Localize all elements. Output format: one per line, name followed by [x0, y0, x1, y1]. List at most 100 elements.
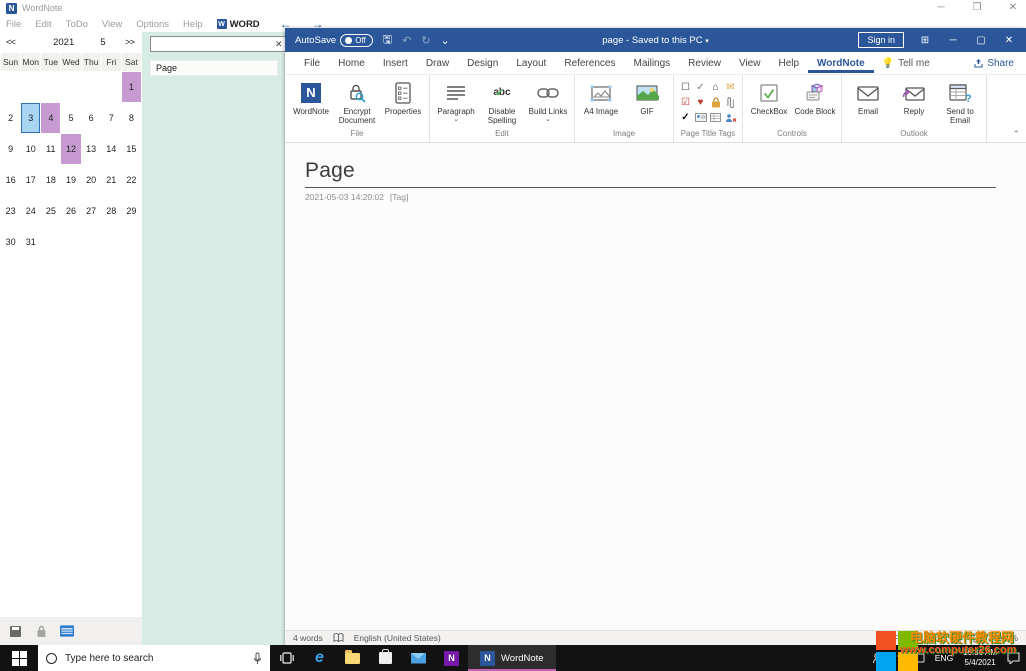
calendar-day[interactable]: 5: [61, 103, 81, 133]
ink-workspace-icon[interactable]: [913, 652, 925, 664]
paperclip-icon[interactable]: [727, 96, 734, 109]
tab-layout[interactable]: Layout: [507, 54, 555, 73]
calendar-day[interactable]: [41, 72, 61, 102]
tab-review[interactable]: Review: [679, 54, 730, 73]
file-explorer-icon[interactable]: [336, 645, 369, 671]
redo-icon[interactable]: ↻: [421, 34, 430, 47]
send-to-email-button[interactable]: ? Send to Email: [938, 77, 982, 125]
calendar-day[interactable]: [61, 227, 81, 257]
calendar-day[interactable]: 12: [61, 134, 81, 164]
tell-me[interactable]: 💡 Tell me: [882, 58, 930, 69]
customize-qat-icon[interactable]: ⌄: [441, 34, 450, 47]
save-icon[interactable]: 🖫: [383, 31, 392, 50]
calendar-day[interactable]: 29: [121, 196, 141, 226]
microphone-icon[interactable]: [253, 652, 262, 665]
language-indicator[interactable]: ENG: [935, 653, 953, 663]
calendar-next-button[interactable]: >>: [125, 37, 135, 48]
calendar-day[interactable]: 4: [41, 103, 61, 133]
menu-edit[interactable]: Edit: [35, 19, 51, 30]
word-count[interactable]: 4 words: [293, 633, 323, 643]
checkbox-empty-icon[interactable]: ☐: [681, 82, 690, 93]
language-status[interactable]: English (United States): [354, 633, 441, 643]
calendar-day[interactable]: 10: [21, 134, 41, 164]
read-mode-icon[interactable]: [928, 633, 940, 643]
calendar-day[interactable]: 21: [101, 165, 121, 195]
heart-icon[interactable]: ♥: [698, 97, 704, 108]
calendar-day[interactable]: 28: [101, 196, 121, 226]
calendar-day[interactable]: 20: [81, 165, 101, 195]
tab-design[interactable]: Design: [458, 54, 507, 73]
mail-icon[interactable]: [402, 645, 435, 671]
tab-wordnote[interactable]: WordNote: [808, 54, 874, 73]
lock-icon[interactable]: [34, 624, 48, 638]
calendar-day[interactable]: 14: [101, 134, 121, 164]
tray-expand-icon[interactable]: ⌃: [895, 653, 903, 664]
edge-icon[interactable]: e: [303, 645, 336, 671]
onenote-icon[interactable]: N: [435, 645, 468, 671]
wordnote-button[interactable]: N WordNote: [289, 77, 333, 116]
menu-file[interactable]: File: [6, 19, 21, 30]
clock[interactable]: 10:36 AM 5/4/2021: [963, 648, 997, 668]
calendar-day[interactable]: 1: [121, 72, 141, 102]
close-icon[interactable]: ✕: [1002, 35, 1016, 46]
focus-mode-button[interactable]: Focus: [876, 633, 916, 644]
reply-button[interactable]: Reply: [892, 77, 936, 116]
calendar-day[interactable]: 17: [21, 165, 41, 195]
tab-help[interactable]: Help: [769, 54, 808, 73]
restore-icon[interactable]: ❐: [970, 2, 984, 13]
contact-card-icon[interactable]: [694, 113, 707, 122]
calendar-day[interactable]: 15: [121, 134, 141, 164]
tab-mailings[interactable]: Mailings: [624, 54, 679, 73]
calendar-year[interactable]: 2021: [53, 37, 74, 48]
calendar-day[interactable]: [1, 72, 21, 102]
build-links-button[interactable]: Build Links ⌄: [526, 77, 570, 124]
calendar-day[interactable]: [61, 72, 81, 102]
properties-button[interactable]: Properties: [381, 77, 425, 116]
close-icon[interactable]: ✕: [1006, 2, 1020, 13]
calendar-day[interactable]: 24: [21, 196, 41, 226]
calendar-day[interactable]: [81, 72, 101, 102]
double-check-icon[interactable]: ✓: [696, 82, 704, 93]
menu-options[interactable]: Options: [136, 19, 169, 30]
proofing-icon[interactable]: [333, 633, 344, 643]
calendar-day[interactable]: 26: [61, 196, 81, 226]
tab-insert[interactable]: Insert: [374, 54, 417, 73]
calendar-day[interactable]: 27: [81, 196, 101, 226]
calendar-day[interactable]: 7: [101, 103, 121, 133]
remove-person-icon[interactable]: [725, 113, 737, 123]
ribbon-display-options-icon[interactable]: ⊞: [918, 35, 932, 46]
search-input[interactable]: [151, 38, 271, 50]
tab-draw[interactable]: Draw: [417, 54, 458, 73]
calendar-day[interactable]: 22: [121, 165, 141, 195]
menu-view[interactable]: View: [102, 19, 122, 30]
tab-view[interactable]: View: [730, 54, 770, 73]
microsoft-store-icon[interactable]: [369, 645, 402, 671]
checkbox-checked-icon[interactable]: ☑: [681, 97, 690, 108]
calendar-day[interactable]: [101, 227, 121, 257]
calendar-month[interactable]: 5: [100, 37, 105, 48]
a4-image-button[interactable]: A4 Image: [579, 77, 623, 116]
gif-button[interactable]: GIF: [625, 77, 669, 116]
calendar-day[interactable]: 6: [81, 103, 101, 133]
collapse-ribbon-icon[interactable]: ⌃: [1012, 129, 1020, 140]
calendar-day[interactable]: [121, 227, 141, 257]
title-dropdown-icon[interactable]: ▾: [705, 38, 709, 45]
calendar-day[interactable]: 16: [1, 165, 21, 195]
calendar-day[interactable]: 19: [61, 165, 81, 195]
calendar-day[interactable]: 25: [41, 196, 61, 226]
autosave-toggle[interactable]: AutoSave Off: [295, 33, 373, 47]
tab-home[interactable]: Home: [329, 54, 374, 73]
check-icon[interactable]: ✓: [681, 112, 689, 123]
checkbox-button[interactable]: CheckBox: [747, 77, 791, 116]
task-view-icon[interactable]: [270, 645, 303, 671]
maximize-icon[interactable]: ▢: [974, 35, 988, 46]
print-layout-icon[interactable]: [952, 633, 961, 644]
tab-file[interactable]: File: [295, 54, 329, 73]
calendar-day[interactable]: 31: [21, 227, 41, 257]
calendar-day[interactable]: 2: [1, 103, 21, 133]
calendar-day[interactable]: 30: [1, 227, 21, 257]
calendar-prev-button[interactable]: <<: [6, 37, 16, 48]
table-tag-icon[interactable]: [710, 113, 721, 122]
taskbar-app-wordnote[interactable]: N WordNote: [468, 645, 556, 671]
minimize-icon[interactable]: ─: [946, 35, 960, 46]
